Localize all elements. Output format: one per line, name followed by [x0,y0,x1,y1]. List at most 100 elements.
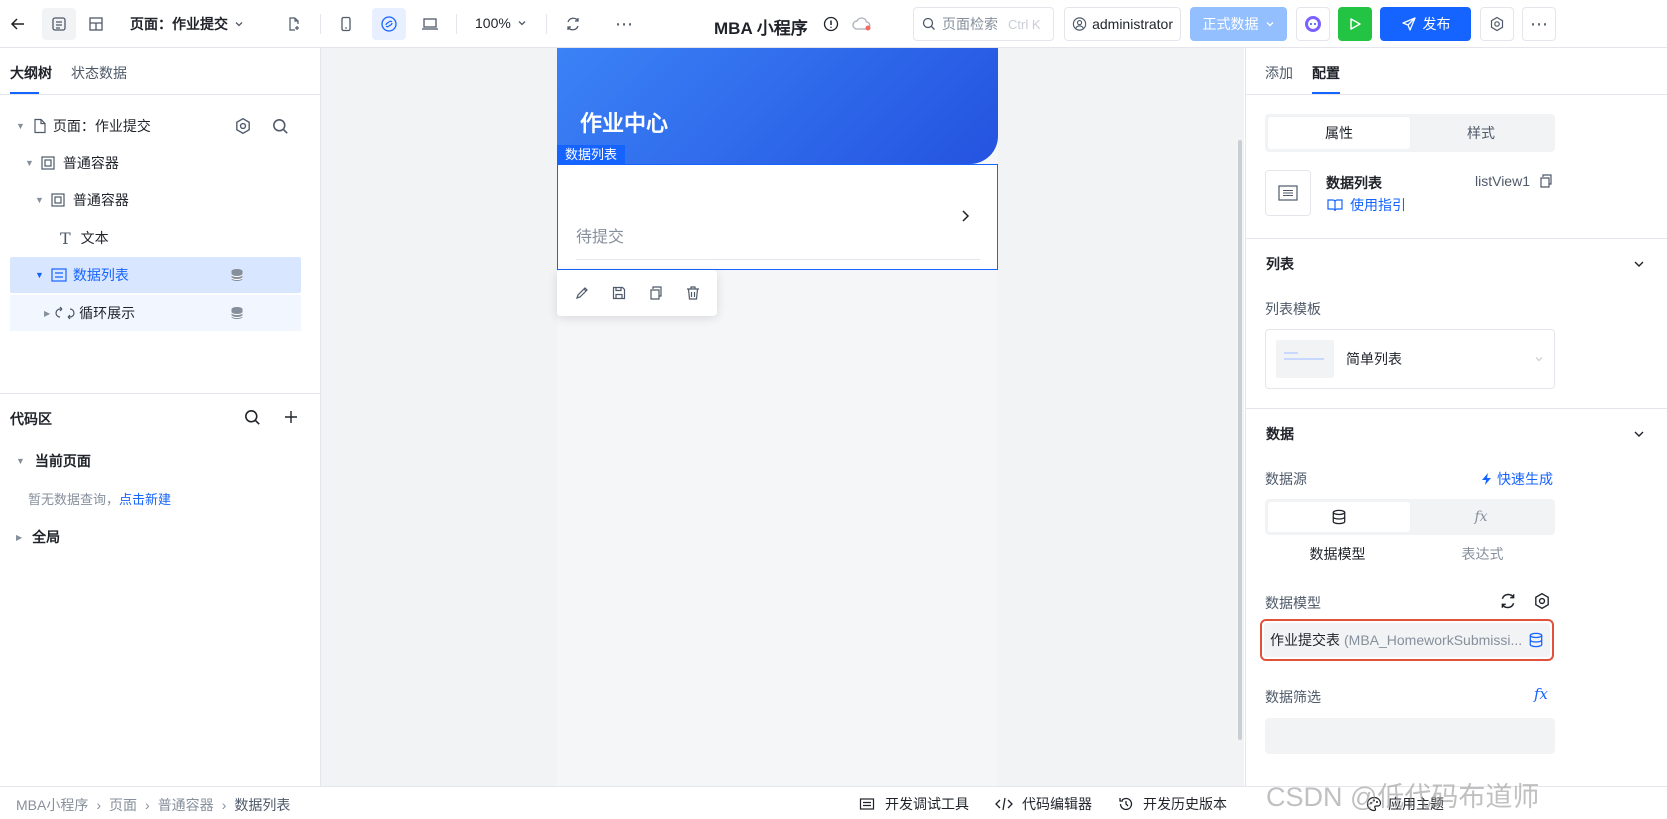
history-versions-button[interactable]: 开发历史版本 [1118,794,1227,814]
tree-node-label: 文本 [80,230,109,246]
add-icon[interactable] [283,409,299,425]
tree-node-container-1[interactable]: ▼ 普通容器 [10,145,301,181]
settings-icon[interactable] [234,117,252,135]
tree-node-page[interactable]: ▼ 页面：作业提交 [10,108,301,144]
caret-down-icon: ▼ [35,195,44,205]
settings-icon[interactable] [1533,592,1551,610]
miniprogram-device-icon[interactable] [372,8,406,40]
outline-view-icon[interactable] [42,8,76,40]
back-arrow-icon[interactable] [6,12,30,36]
tab-add[interactable]: 添加 [1265,63,1293,83]
no-query-hint: 暂无数据查询，点击新建 [28,489,171,508]
zoom-select[interactable]: 100% [475,15,527,31]
caret-down-icon: ▼ [35,270,44,280]
breadcrumb-item[interactable]: 普通容器 [158,795,214,815]
create-query-link[interactable]: 点击新建 [119,492,171,507]
page-search-input[interactable]: 页面检索 Ctrl K [913,7,1054,41]
refresh-icon[interactable] [561,12,585,36]
more-icon[interactable]: ⋯ [612,12,636,36]
current-page-group[interactable]: ▼ 当前页面 [16,451,91,471]
tab-state-data[interactable]: 状态数据 [71,63,127,83]
tree-node-text[interactable]: T 文本 [10,220,301,256]
model-select[interactable]: 作业提交表 (MBA_HomeworkSubmissi... [1264,623,1550,657]
data-list-component[interactable]: 待提交 [557,164,998,270]
phone-frame: 作业中心 数据列表 待提交 [557,48,998,786]
debug-tools-button[interactable]: 开发调试工具 [859,794,969,814]
search-icon [922,17,935,30]
tree-node-container-2[interactable]: ▼ 普通容器 [10,182,301,218]
filter-input[interactable] [1265,718,1555,754]
copy-icon[interactable] [1538,173,1554,189]
publish-button[interactable]: 发布 [1380,7,1471,41]
component-id: listView1 [1475,173,1530,189]
publish-label: 发布 [1422,16,1451,32]
env-select[interactable]: 正式数据 [1190,7,1287,41]
settings-icon[interactable] [1480,7,1514,41]
add-page-icon[interactable] [282,12,306,36]
left-panel: 大纲树 状态数据 ▼ 页面：作业提交 ▼ 普通容器 ▼ 普通容器 T 文本 ▼ … [0,48,321,786]
selection-label: 数据列表 [557,145,626,164]
code-editor-button[interactable]: 代码编辑器 [994,794,1092,814]
source-label: 数据源 [1265,471,1307,487]
chevron-right-icon [962,210,970,222]
quick-generate-link[interactable]: 快速生成 [1481,469,1553,489]
breadcrumb-item[interactable]: 数据列表 [234,795,290,815]
chevron-down-icon[interactable] [1633,258,1645,270]
breadcrumb-item[interactable]: 页面 [109,795,137,815]
page-selector[interactable]: 页面：作业提交 [130,14,244,34]
global-label: 全局 [32,529,61,545]
more-menu-icon[interactable]: ⋯ [1522,7,1556,41]
app-title: MBA 小程序 [714,19,808,38]
template-select[interactable]: 简单列表 [1265,329,1555,389]
tree-node-loop[interactable]: ▶ 循环展示 [10,295,301,331]
page-selector-label: 页面：作业提交 [130,16,228,32]
list-section-title[interactable]: 列表 [1266,254,1294,274]
template-label: 列表模板 [1265,301,1321,317]
search-icon[interactable] [272,118,289,135]
warning-icon[interactable] [820,13,842,35]
search-icon[interactable] [244,409,261,426]
source-model-option[interactable] [1268,502,1410,532]
layout-view-icon[interactable] [80,8,112,40]
mobile-device-icon[interactable] [334,12,358,36]
ai-assistant-icon[interactable] [1296,7,1330,41]
fx-icon[interactable]: fx [1410,502,1552,532]
list-icon [1278,185,1298,201]
copy-icon[interactable] [648,285,664,301]
seg-attributes[interactable]: 属性 [1268,117,1410,149]
desktop-device-icon[interactable] [418,12,442,36]
debug-tools-icon [859,798,875,810]
tab-outline-tree[interactable]: 大纲树 [10,63,52,83]
refresh-icon[interactable] [1499,592,1517,610]
tree-node-label: 循环展示 [79,305,136,321]
delete-trash-icon[interactable] [685,285,701,301]
global-group[interactable]: ▶ 全局 [16,527,60,547]
seg-style[interactable]: 样式 [1410,117,1552,149]
list-item-text: 待提交 [576,229,625,246]
breadcrumb-item[interactable]: MBA小程序 [16,795,88,815]
model-value: 作业提交表 [1270,632,1340,648]
tab-config[interactable]: 配置 [1312,63,1340,83]
fx-icon[interactable]: fx [1534,685,1548,703]
design-canvas: 作业中心 数据列表 待提交 [321,48,1244,786]
database-icon [1529,632,1543,648]
container-icon [51,193,65,207]
data-section-title[interactable]: 数据 [1266,424,1294,444]
usage-guide-link[interactable]: 使用指引 [1326,195,1406,215]
preview-play-icon[interactable] [1338,7,1372,41]
right-config-panel: 添加 配置 属性 样式 数据列表 listView1 使用指引 列表 列表模板 … [1245,48,1667,786]
user-menu[interactable]: administrator [1064,7,1181,41]
quick-generate-label: 快速生成 [1497,471,1553,487]
cloud-status-icon[interactable] [850,13,874,35]
text-icon: T [60,228,71,248]
save-icon[interactable] [611,285,627,301]
edit-pencil-icon[interactable] [574,285,590,301]
no-query-text: 暂无数据查询， [28,492,120,507]
tree-node-label: 普通容器 [62,155,119,171]
breadcrumb-sep-icon: › [221,797,227,813]
component-name: 数据列表 [1326,175,1382,191]
tree-node-data-list[interactable]: ▼ 数据列表 [10,257,301,293]
canvas-scrollbar[interactable] [1238,140,1242,740]
send-icon [1401,17,1416,31]
chevron-down-icon[interactable] [1633,428,1645,440]
